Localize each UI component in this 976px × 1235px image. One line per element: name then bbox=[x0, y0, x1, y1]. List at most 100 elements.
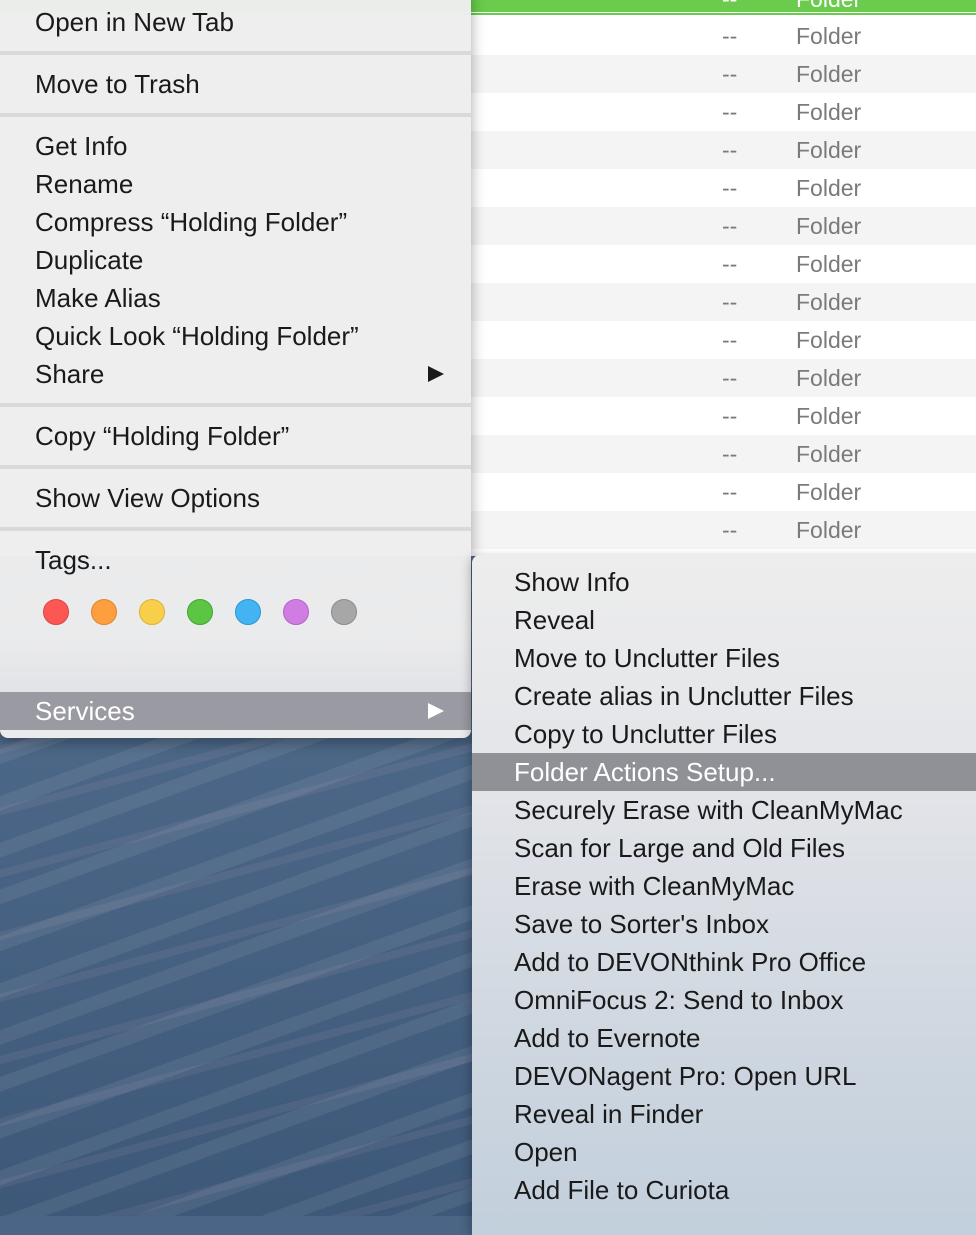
file-size: -- bbox=[722, 213, 738, 239]
file-size: -- bbox=[722, 251, 738, 277]
file-size: -- bbox=[722, 289, 738, 315]
submenu-arrow-icon bbox=[428, 366, 444, 382]
menu-separator bbox=[0, 465, 471, 469]
service-item[interactable]: Copy to Unclutter Files bbox=[472, 715, 976, 753]
service-item[interactable]: Add File to Curiota bbox=[472, 1171, 976, 1209]
menu-item-move-to-trash[interactable]: Move to Trash bbox=[0, 65, 471, 103]
file-kind: Folder bbox=[796, 251, 862, 277]
file-size: -- bbox=[722, 327, 738, 353]
file-kind: Folder bbox=[796, 99, 862, 125]
file-size: -- bbox=[722, 517, 738, 543]
menu-separator bbox=[0, 113, 471, 117]
tag-purple-icon[interactable] bbox=[283, 599, 309, 625]
file-size: -- bbox=[722, 365, 738, 391]
service-item[interactable]: Securely Erase with CleanMyMac bbox=[472, 791, 976, 829]
service-item-label: Add to Evernote bbox=[514, 1023, 701, 1053]
service-item-label: Scan for Large and Old Files bbox=[514, 833, 845, 863]
service-item-label: Save to Sorter's Inbox bbox=[514, 909, 769, 939]
menu-item-make-alias[interactable]: Make Alias bbox=[0, 279, 471, 317]
menu-item-services[interactable]: Services bbox=[0, 692, 471, 730]
tag-color-picker bbox=[40, 599, 370, 629]
service-item-label: Reveal in Finder bbox=[514, 1099, 704, 1129]
file-kind: Folder bbox=[796, 23, 862, 49]
tag-gray-icon[interactable] bbox=[331, 599, 357, 625]
menu-item-share[interactable]: Share bbox=[0, 355, 471, 393]
menu-item-rename[interactable]: Rename bbox=[0, 165, 471, 203]
file-kind: Folder bbox=[796, 61, 862, 87]
tag-orange-icon[interactable] bbox=[91, 599, 117, 625]
service-item[interactable]: Add to DEVONthink Pro Office bbox=[472, 943, 976, 981]
submenu-arrow-icon bbox=[428, 703, 444, 719]
menu-separator bbox=[0, 51, 471, 55]
menu-item-label: Tags... bbox=[35, 545, 112, 575]
service-item[interactable]: Move to Unclutter Files bbox=[472, 639, 976, 677]
service-item[interactable]: Reveal in Finder bbox=[472, 1095, 976, 1133]
file-size: -- bbox=[722, 441, 738, 467]
service-item[interactable]: Open bbox=[472, 1133, 976, 1171]
service-item-label: Folder Actions Setup... bbox=[514, 757, 776, 787]
file-size: -- bbox=[722, 99, 738, 125]
file-size: -- bbox=[722, 137, 738, 163]
service-item-label: DEVONagent Pro: Open URL bbox=[514, 1061, 857, 1091]
file-kind: Folder bbox=[796, 365, 862, 391]
selected-row-kind: Folder bbox=[796, 0, 861, 13]
menu-separator bbox=[0, 527, 471, 531]
file-kind: Folder bbox=[796, 403, 862, 429]
file-kind: Folder bbox=[796, 479, 862, 505]
menu-item-show-view-options[interactable]: Show View Options bbox=[0, 479, 471, 517]
tag-yellow-icon[interactable] bbox=[139, 599, 165, 625]
service-item[interactable]: Show Info bbox=[472, 563, 976, 601]
menu-item-get-info[interactable]: Get Info bbox=[0, 127, 471, 165]
service-item-label: Add to DEVONthink Pro Office bbox=[514, 947, 867, 977]
service-item[interactable]: Create alias in Unclutter Files bbox=[472, 677, 976, 715]
file-size: -- bbox=[722, 61, 738, 87]
file-kind: Folder bbox=[796, 327, 862, 353]
tag-green-icon[interactable] bbox=[187, 599, 213, 625]
service-item[interactable]: Scan for Large and Old Files bbox=[472, 829, 976, 867]
menu-item-label: Quick Look “Holding Folder” bbox=[35, 321, 359, 351]
menu-item-label: Get Info bbox=[35, 131, 128, 161]
menu-item-label: Compress “Holding Folder” bbox=[35, 207, 348, 237]
menu-item-quick-look[interactable]: Quick Look “Holding Folder” bbox=[0, 317, 471, 355]
menu-item-duplicate[interactable]: Duplicate bbox=[0, 241, 471, 279]
menu-separator bbox=[0, 403, 471, 407]
menu-item-copy[interactable]: Copy “Holding Folder” bbox=[0, 417, 471, 455]
menu-item-label: Copy “Holding Folder” bbox=[35, 421, 290, 451]
menu-item-label: Open in New Tab bbox=[35, 7, 234, 37]
service-item-label: Securely Erase with CleanMyMac bbox=[514, 795, 903, 825]
menu-item-label: Duplicate bbox=[35, 245, 144, 275]
service-item-label: Open bbox=[514, 1137, 578, 1167]
service-item-label: Move to Unclutter Files bbox=[514, 643, 780, 673]
menu-item-label: Services bbox=[35, 696, 135, 726]
service-item-label: Add File to Curiota bbox=[514, 1175, 730, 1205]
file-size: -- bbox=[722, 479, 738, 505]
service-item[interactable]: Erase with CleanMyMac bbox=[472, 867, 976, 905]
menu-item-label: Rename bbox=[35, 169, 134, 199]
menu-item-compress[interactable]: Compress “Holding Folder” bbox=[0, 203, 471, 241]
menu-item-open-in-new-tab[interactable]: Open in New Tab bbox=[0, 3, 471, 41]
service-item-label: Create alias in Unclutter Files bbox=[514, 681, 854, 711]
file-size: -- bbox=[722, 403, 738, 429]
service-item[interactable]: Add to Evernote bbox=[472, 1019, 976, 1057]
tag-blue-icon[interactable] bbox=[235, 599, 261, 625]
service-item-label: Show Info bbox=[514, 567, 630, 597]
file-kind: Folder bbox=[796, 213, 862, 239]
service-item-label: Reveal bbox=[514, 605, 595, 635]
service-item-highlighted[interactable]: Folder Actions Setup... bbox=[472, 753, 976, 791]
service-item[interactable]: Reveal bbox=[472, 601, 976, 639]
menu-item-tags[interactable]: Tags... bbox=[0, 541, 471, 579]
services-submenu: Show Info Reveal Move to Unclutter Files… bbox=[472, 555, 976, 1235]
service-item[interactable]: Save to Sorter's Inbox bbox=[472, 905, 976, 943]
service-item[interactable]: OmniFocus 2: Send to Inbox bbox=[472, 981, 976, 1019]
tag-red-icon[interactable] bbox=[43, 599, 69, 625]
menu-item-label: Share bbox=[35, 359, 105, 389]
menu-item-label: Show View Options bbox=[35, 483, 260, 513]
file-kind: Folder bbox=[796, 137, 862, 163]
file-size: -- bbox=[722, 175, 738, 201]
service-item-label: OmniFocus 2: Send to Inbox bbox=[514, 985, 844, 1015]
service-item-label: Copy to Unclutter Files bbox=[514, 719, 777, 749]
service-item[interactable]: DEVONagent Pro: Open URL bbox=[472, 1057, 976, 1095]
file-size: -- bbox=[722, 23, 738, 49]
file-kind: Folder bbox=[796, 517, 862, 543]
selected-row-size: -- bbox=[722, 0, 737, 13]
